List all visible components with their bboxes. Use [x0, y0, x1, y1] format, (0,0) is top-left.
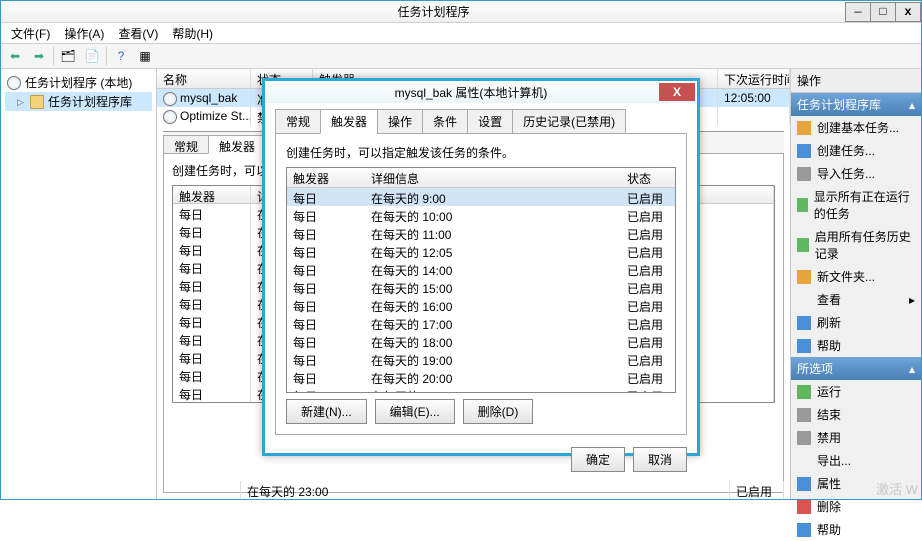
- trigger-row[interactable]: 每日在每天的 17:00已启用: [287, 314, 675, 332]
- dialog-tab[interactable]: 条件: [422, 109, 468, 134]
- ok-button[interactable]: 确定: [571, 447, 625, 472]
- edit-trigger-button[interactable]: 编辑(E)...: [375, 399, 455, 424]
- submenu-icon: ▸: [909, 293, 915, 307]
- action-item[interactable]: 运行: [791, 380, 921, 403]
- action-item[interactable]: 新文件夹...: [791, 265, 921, 288]
- actions-group-library[interactable]: 任务计划程序库▴: [791, 93, 921, 116]
- action-item[interactable]: 帮助: [791, 518, 921, 541]
- collapse-icon: ▴: [909, 98, 915, 112]
- dialog-tab[interactable]: 操作: [377, 109, 423, 134]
- menu-view[interactable]: 查看(V): [112, 23, 164, 44]
- action-icon: [797, 339, 811, 353]
- action-icon: [797, 316, 811, 330]
- actions-group-selected[interactable]: 所选项▴: [791, 357, 921, 380]
- actions-header: 操作: [791, 69, 921, 93]
- trigger-row[interactable]: 每日在每天的 10:00已启用: [287, 206, 675, 224]
- navigation-tree: 任务计划程序 (本地) ▷ 任务计划程序库: [1, 69, 157, 499]
- action-icon: [797, 167, 811, 181]
- trigger-row[interactable]: 每日在每天的 18:00已启用: [287, 332, 675, 350]
- dialog-tab[interactable]: 历史记录(已禁用): [512, 109, 626, 134]
- close-button[interactable]: x: [895, 2, 921, 22]
- action-item[interactable]: 帮助: [791, 334, 921, 357]
- action-icon: [797, 477, 811, 491]
- action-icon: [797, 523, 811, 537]
- dialog-hint: 创建任务时，可以指定触发该任务的条件。: [286, 144, 676, 161]
- action-item[interactable]: 禁用: [791, 426, 921, 449]
- action-item[interactable]: 创建基本任务...: [791, 116, 921, 139]
- dialog-tab[interactable]: 设置: [467, 109, 513, 134]
- watermark: 激活 W: [876, 479, 918, 498]
- new-trigger-button[interactable]: 新建(N)...: [286, 399, 367, 424]
- action-item[interactable]: 创建任务...: [791, 139, 921, 162]
- toolbar: ⬅ ➡ 🗂 📄 ? ▦: [1, 43, 921, 69]
- detail-tab[interactable]: 常规: [163, 135, 209, 154]
- trigger-row[interactable]: 每日在每天的 19:00已启用: [287, 350, 675, 368]
- action-item[interactable]: 结束: [791, 403, 921, 426]
- properties-dialog: mysql_bak 属性(本地计算机) X 常规触发器操作条件设置历史记录(已禁…: [262, 78, 700, 456]
- trigger-row[interactable]: 每日在每天的 23:00已启用: [287, 386, 675, 393]
- toolbar-icon[interactable]: 🗂: [58, 46, 78, 66]
- action-item[interactable]: 显示所有正在运行的任务: [791, 185, 921, 225]
- action-icon: [797, 144, 811, 158]
- menu-file[interactable]: 文件(F): [5, 23, 56, 44]
- dialog-tab[interactable]: 常规: [275, 109, 321, 134]
- action-icon: [797, 408, 811, 422]
- nav-back-icon[interactable]: ⬅: [5, 46, 25, 66]
- trigger-row[interactable]: 每日在每天的 14:00已启用: [287, 260, 675, 278]
- detail-tab[interactable]: 触发器: [208, 135, 266, 154]
- cancel-button[interactable]: 取消: [633, 447, 687, 472]
- action-item[interactable]: 删除: [791, 495, 921, 518]
- trigger-row[interactable]: 每日在每天的 15:00已启用: [287, 278, 675, 296]
- expand-icon[interactable]: ▷: [17, 97, 26, 106]
- refresh-icon[interactable]: 📄: [82, 46, 102, 66]
- delete-trigger-button[interactable]: 删除(D): [463, 399, 534, 424]
- action-item[interactable]: 启用所有任务历史记录: [791, 225, 921, 265]
- toolbar-icon[interactable]: ▦: [135, 46, 155, 66]
- action-icon: [797, 121, 811, 135]
- minimize-button[interactable]: —: [845, 2, 871, 22]
- menu-action[interactable]: 操作(A): [58, 23, 110, 44]
- action-icon: [797, 431, 811, 445]
- trigger-row[interactable]: 每日在每天的 16:00已启用: [287, 296, 675, 314]
- window-title: 任务计划程序: [21, 3, 846, 20]
- title-bar: 任务计划程序 — □ x: [1, 1, 921, 23]
- dialog-close-button[interactable]: X: [659, 83, 695, 101]
- scheduler-icon: [7, 76, 21, 90]
- dialog-tab[interactable]: 触发器: [320, 109, 378, 134]
- collapse-icon: ▴: [909, 362, 915, 376]
- help-icon[interactable]: ?: [111, 46, 131, 66]
- trigger-row[interactable]: 每日在每天的 20:00已启用: [287, 368, 675, 386]
- task-icon: [163, 110, 177, 124]
- task-icon: [163, 92, 177, 106]
- action-item[interactable]: 导入任务...: [791, 162, 921, 185]
- maximize-button[interactable]: □: [870, 2, 896, 22]
- action-item[interactable]: 导出...: [791, 449, 921, 472]
- trigger-row[interactable]: 每日在每天的 11:00已启用: [287, 224, 675, 242]
- trigger-row[interactable]: 每日在每天的 12:05已启用: [287, 242, 675, 260]
- actions-pane: 操作 任务计划程序库▴ 创建基本任务...创建任务...导入任务...显示所有正…: [791, 69, 921, 499]
- action-icon: [797, 385, 811, 399]
- menu-help[interactable]: 帮助(H): [166, 23, 219, 44]
- action-icon: [797, 238, 809, 252]
- tree-root[interactable]: 任务计划程序 (本地): [5, 73, 152, 92]
- nav-fwd-icon[interactable]: ➡: [29, 46, 49, 66]
- action-icon: [797, 500, 811, 514]
- tree-library[interactable]: ▷ 任务计划程序库: [5, 92, 152, 111]
- action-icon: [797, 198, 808, 212]
- trigger-row[interactable]: 每日在每天的 9:00已启用: [287, 188, 675, 206]
- action-item[interactable]: 查看▸: [791, 288, 921, 311]
- action-item[interactable]: 刷新: [791, 311, 921, 334]
- menu-bar: 文件(F) 操作(A) 查看(V) 帮助(H): [1, 23, 921, 43]
- dialog-title: mysql_bak 属性(本地计算机): [285, 84, 657, 101]
- action-icon: [797, 270, 811, 284]
- folder-icon: [30, 95, 44, 109]
